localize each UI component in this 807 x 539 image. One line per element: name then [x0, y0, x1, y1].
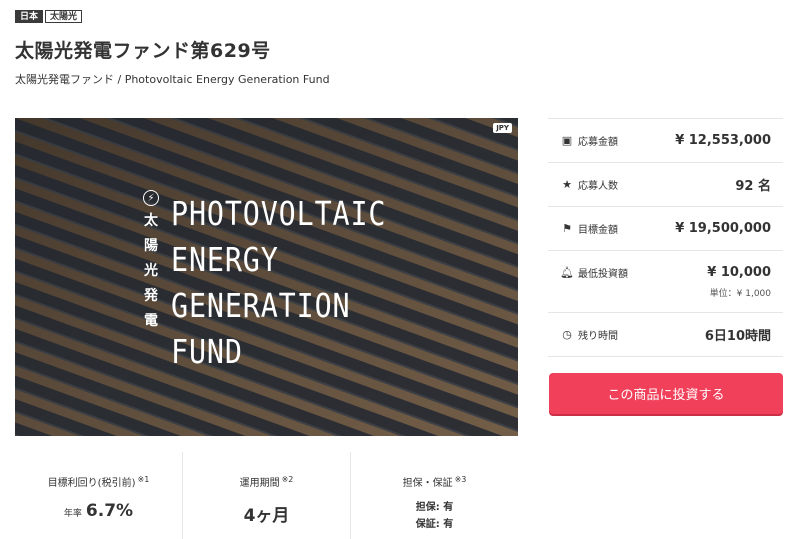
hero-line: ENERGY: [171, 240, 279, 279]
info-row-amount-applied: ▣ 応募金額 ¥ 12,553,000: [548, 119, 783, 163]
category-tags: 日本 太陽光: [15, 10, 83, 23]
stat-yield: 目標利回り(税引前) ※1 年率 6.7%: [15, 452, 182, 539]
info-row-target: ⚑ 目標金額 ¥ 19,500,000: [548, 207, 783, 251]
stat-label: 目標利回り(税引前) ※1: [15, 474, 182, 489]
applicants-value: 92 名: [735, 179, 771, 194]
hero-char: 電: [144, 313, 158, 329]
info-row-applicants: ★ 応募人数 92 名: [548, 163, 783, 207]
stat-label: 担保・保証 ※3: [351, 474, 518, 489]
info-label: ◷ 残り時間: [560, 327, 618, 342]
guarantee-value: 保証: 有: [415, 519, 454, 530]
period-label: 運用期間: [239, 478, 280, 489]
info-label: ⚑ 目標金額: [560, 221, 618, 236]
yield-value: 6.7%: [85, 501, 134, 521]
info-label: 🔔︎ 最低投資額: [560, 265, 628, 280]
target-value: ¥ 19,500,000: [675, 221, 771, 236]
min-invest-value: ¥ 10,000 単位：¥ 1,000: [707, 265, 771, 299]
flag-icon: ⚑: [562, 222, 572, 235]
hero-vertical-title: ⚡ 太 陽 光 発 電: [141, 190, 161, 334]
hero-char: 陽: [144, 238, 158, 254]
hero-heading: PHOTOVOLTAIC ENERGY GENERATION FUND: [171, 191, 386, 375]
fund-hero-image: JPY ⚡ 太 陽 光 発 電 PHOTOVOLTAIC ENERGY GENE…: [15, 118, 518, 436]
security-note[interactable]: ※3: [455, 475, 467, 484]
security-lines: 担保: 有 保証: 有: [351, 499, 518, 533]
bell-icon: 🔔︎: [560, 266, 574, 279]
stat-period: 運用期間 ※2 4ヶ月: [182, 452, 350, 539]
info-label-text: 応募人数: [578, 181, 618, 192]
collateral-value: 担保: 有: [415, 502, 454, 513]
min-invest-amount: ¥ 10,000: [707, 265, 771, 280]
period-value: 4ヶ月: [243, 506, 290, 526]
period-note[interactable]: ※2: [282, 475, 294, 484]
info-row-min-invest: 🔔︎ 最低投資額 ¥ 10,000 単位：¥ 1,000: [548, 251, 783, 313]
page-subtitle: 太陽光発電ファンド / Photovoltaic Energy Generati…: [15, 73, 330, 86]
tag-category: 太陽光: [45, 10, 83, 23]
security-label: 担保・保証: [402, 478, 453, 489]
hero-line: FUND: [171, 332, 243, 371]
currency-badge: JPY: [493, 123, 512, 133]
invest-button[interactable]: この商品に投資する: [549, 373, 783, 414]
star-icon: ★: [562, 178, 572, 191]
hero-char: 太: [144, 213, 158, 229]
hero-line: GENERATION: [171, 286, 351, 325]
amount-applied-value: ¥ 12,553,000: [675, 133, 771, 148]
info-label-text: 応募金額: [578, 137, 618, 148]
lightning-icon: ⚡: [143, 190, 159, 206]
min-invest-unit: 単位：¥ 1,000: [709, 289, 771, 299]
hero-line: PHOTOVOLTAIC: [171, 194, 387, 233]
stat-label: 運用期間 ※2: [183, 474, 350, 489]
info-label: ▣ 応募金額: [560, 133, 618, 148]
info-row-remaining: ◷ 残り時間 6日10時間: [548, 313, 783, 357]
tag-country: 日本: [15, 10, 44, 23]
cash-icon: ▣: [561, 134, 573, 147]
remaining-value: 6日10時間: [704, 329, 771, 344]
yield-label: 目標利回り(税引前): [47, 478, 136, 489]
info-label-text: 残り時間: [578, 331, 618, 342]
hero-char: 光: [144, 263, 158, 279]
yield-note[interactable]: ※1: [138, 475, 150, 484]
stat-security: 担保・保証 ※3 担保: 有 保証: 有: [350, 452, 518, 539]
page-title: 太陽光発電ファンド第629号: [15, 40, 271, 62]
info-label-text: 目標金額: [578, 225, 618, 236]
stat-value: 年率 6.7%: [15, 501, 182, 521]
clock-icon: ◷: [562, 328, 572, 341]
info-label-text: 最低投資額: [578, 269, 628, 280]
yield-prefix: 年率: [63, 509, 82, 519]
info-label: ★ 応募人数: [560, 177, 618, 192]
hero-char: 発: [144, 288, 158, 304]
fund-info-panel: ▣ 応募金額 ¥ 12,553,000 ★ 応募人数 92 名 ⚑ 目標金額 ¥…: [548, 118, 783, 357]
fund-stats: 目標利回り(税引前) ※1 年率 6.7% 運用期間 ※2 4ヶ月 担保・保証 ※3 担…: [15, 452, 518, 539]
